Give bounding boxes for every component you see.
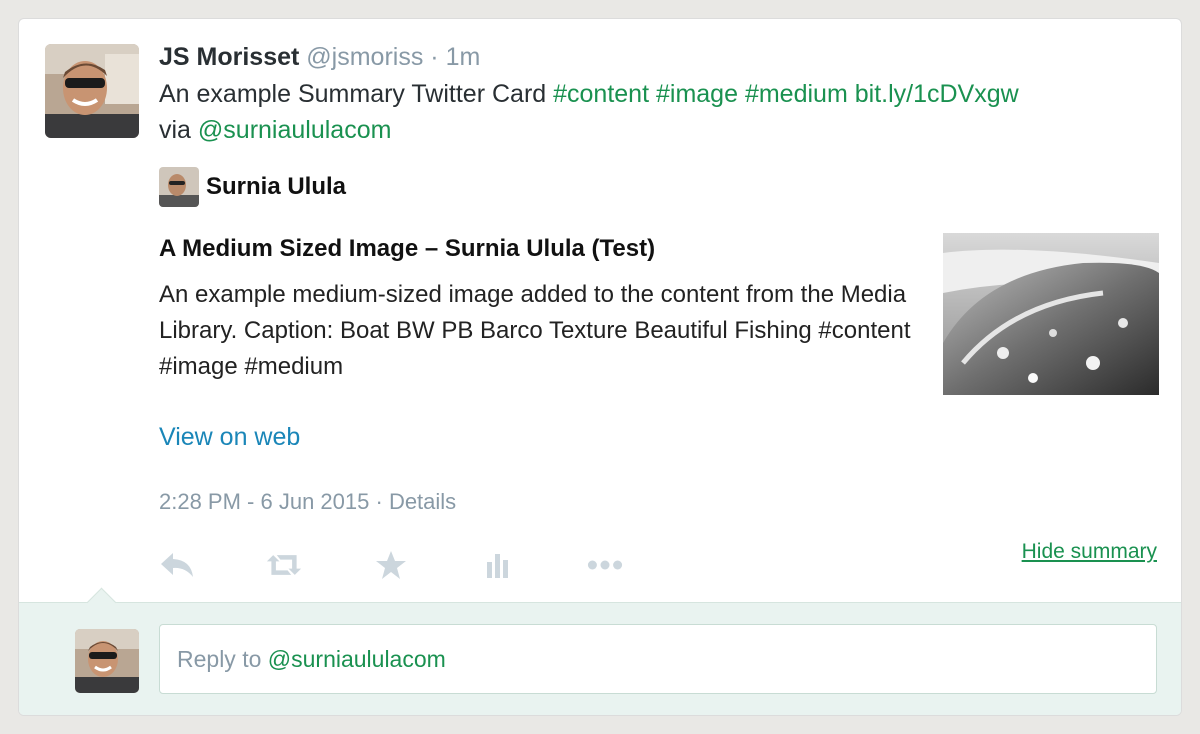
card-author: Surnia Ulula	[159, 167, 346, 207]
analytics-icon	[487, 554, 508, 578]
via-label: via	[159, 116, 191, 144]
separator: ·	[430, 43, 439, 71]
analytics-button[interactable]	[480, 547, 516, 583]
more-button[interactable]	[587, 547, 623, 583]
tweet-actions	[159, 547, 694, 583]
view-on-web-link[interactable]: View on web	[159, 423, 300, 452]
short-link[interactable]: bit.ly/1cDVxgw	[855, 80, 1019, 108]
reply-button[interactable]	[159, 547, 195, 583]
reply-placeholder-prefix: Reply to	[177, 646, 262, 672]
card-title[interactable]: A Medium Sized Image – Surnia Ulula (Tes…	[159, 235, 655, 263]
hashtag-link[interactable]: #image	[656, 80, 738, 108]
reply-placeholder-mention: @surniaululacom	[267, 646, 446, 672]
author-name[interactable]: JS Morisset	[159, 43, 299, 71]
current-user-avatar[interactable]	[75, 629, 139, 693]
card-author-avatar[interactable]	[159, 167, 199, 207]
card-description: An example medium-sized image added to t…	[159, 281, 911, 380]
tweet-card: JS Morisset @jsmoriss · 1m An example Su…	[18, 18, 1182, 716]
hide-summary-link[interactable]: Hide summary	[1022, 540, 1157, 564]
separator: ·	[375, 489, 383, 514]
via-mention-link[interactable]: @surniaululacom	[198, 116, 392, 144]
favorite-button[interactable]	[373, 547, 409, 583]
retweet-icon	[266, 555, 302, 575]
tweet-time[interactable]: 1m	[446, 43, 481, 71]
favorite-icon	[376, 551, 406, 579]
hashtag-link[interactable]: #medium	[745, 80, 848, 108]
author-handle[interactable]: @jsmoriss	[306, 43, 423, 71]
tweet-text: An example Summary Twitter Card #content…	[159, 76, 1159, 148]
card-thumbnail[interactable]	[943, 233, 1159, 395]
reply-caret	[86, 587, 117, 618]
reply-input[interactable]: Reply to @surniaululacom	[159, 624, 1157, 694]
hashtag-link[interactable]: #content	[553, 80, 649, 108]
details-link[interactable]: Details	[389, 489, 456, 514]
avatar[interactable]	[45, 44, 139, 138]
reply-area: Reply to @surniaululacom	[19, 587, 1181, 715]
tweet-header: JS Morisset @jsmoriss · 1m	[159, 41, 480, 73]
card-author-name[interactable]: Surnia Ulula	[206, 173, 346, 201]
retweet-button[interactable]	[266, 547, 302, 583]
more-icon	[587, 560, 623, 570]
reply-icon	[161, 553, 193, 577]
tweet-timestamp: 2:28 PM - 6 Jun 2015	[159, 489, 370, 514]
tweet-text-plain: An example Summary Twitter Card	[159, 80, 547, 108]
tweet-meta: 2:28 PM - 6 Jun 2015 · Details	[159, 489, 456, 515]
